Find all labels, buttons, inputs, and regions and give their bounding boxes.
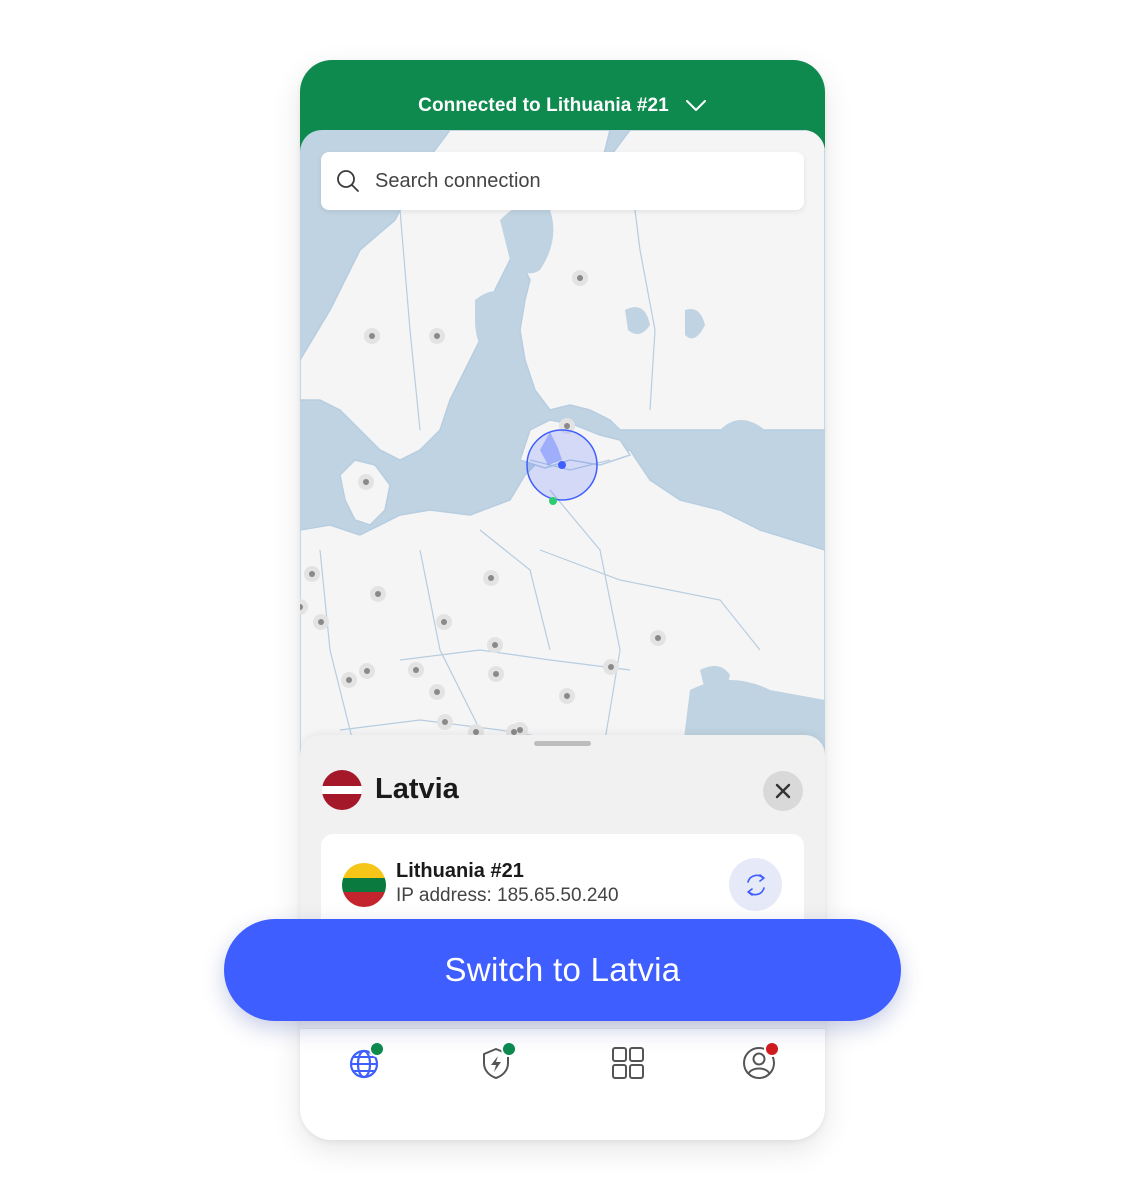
server-ip: IP address: 185.65.50.240 [396,885,619,906]
switch-server-button[interactable]: Switch to Latvia [224,919,901,1021]
refresh-icon [746,873,765,896]
close-icon [775,783,791,799]
nav-services[interactable] [610,1045,646,1081]
server-map[interactable] [300,130,825,770]
connection-status-text: Connected to Lithuania #21 [418,95,669,116]
nav-globe[interactable] [347,1041,385,1081]
server-name: Lithuania #21 [396,860,524,882]
close-button[interactable] [763,771,803,811]
latvia-flag-icon [322,770,362,810]
land-denmark [339,459,391,526]
lithuania-flag-icon [342,863,386,907]
nav-threat-protection[interactable] [479,1041,517,1081]
chevron-down-icon[interactable] [685,99,707,113]
connected-location-marker [549,497,557,505]
sheet-drag-handle[interactable] [534,741,591,746]
search-bar[interactable] [321,152,804,210]
search-input[interactable] [375,169,775,193]
bottom-navigation [300,1028,825,1140]
search-icon [337,170,359,192]
reconnect-button[interactable] [729,858,782,911]
nav-profile[interactable] [741,1041,780,1081]
grid-icon [612,1047,644,1079]
country-title: Latvia [375,773,459,805]
